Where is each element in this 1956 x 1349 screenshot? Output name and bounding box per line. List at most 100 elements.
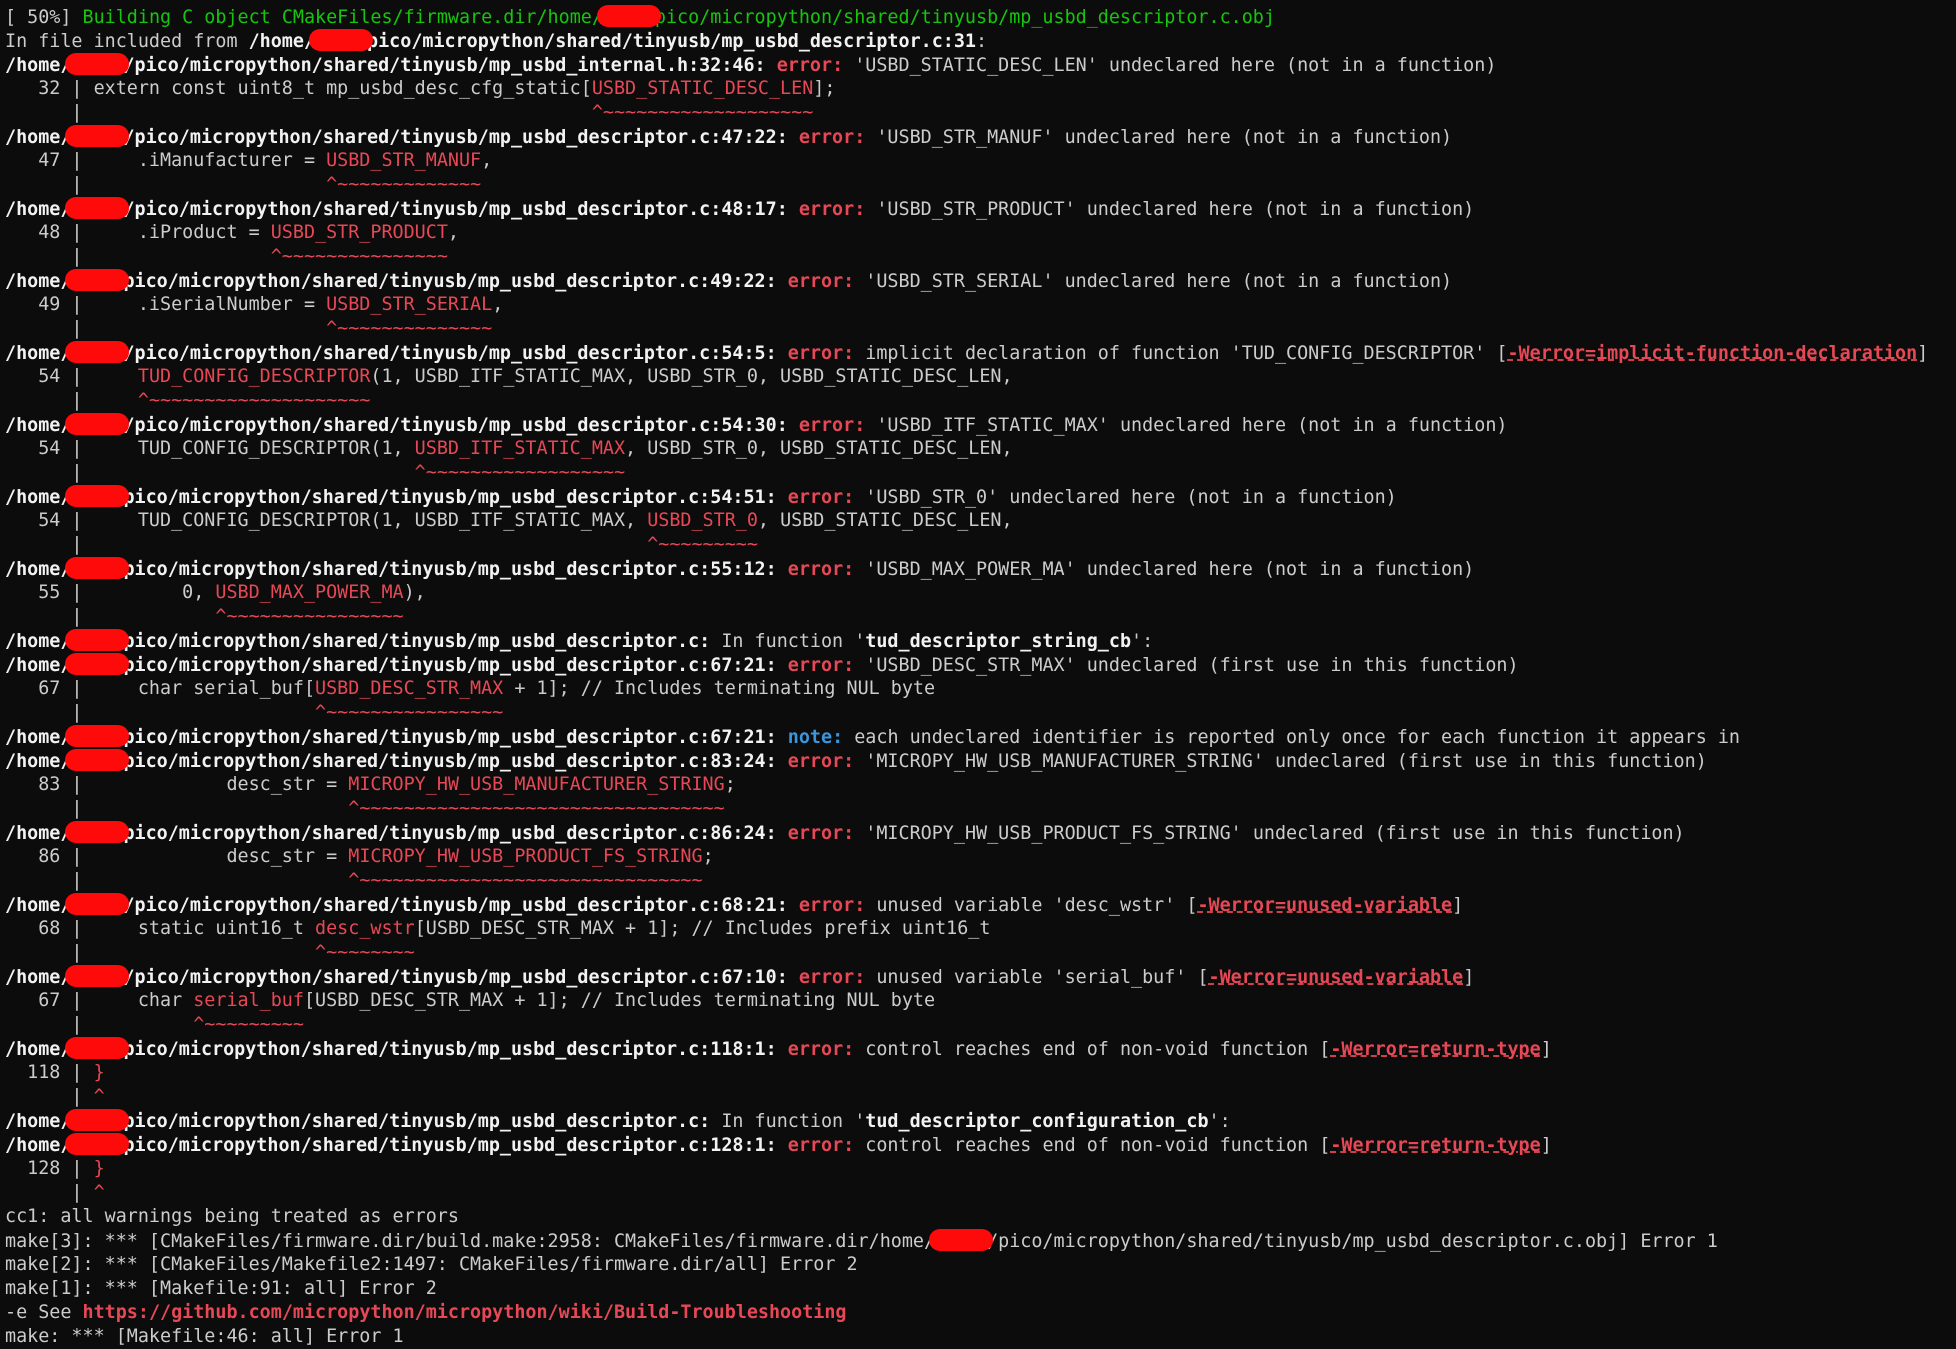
output-text: /home/ — [5, 631, 72, 652]
terminal-line: 86 | desc_str = MICROPY_HW_USB_PRODUCT_F… — [5, 845, 1956, 869]
terminal-line: 47 | .iManufacturer = USBD_STR_MANUF, — [5, 149, 1956, 173]
output-text: pico/micropython/shared/tinyusb/mp_usbd_… — [123, 655, 777, 676]
output-text: 55 | 0, — [5, 582, 216, 603]
note-label: note: — [787, 727, 844, 748]
output-text: In function ' — [710, 1111, 866, 1132]
output-text: /home/ — [5, 559, 72, 580]
output-text: USBD_STR_0 — [647, 510, 758, 531]
output-text: pico/micropython/shared/tinyusb/mp_usbd_… — [123, 751, 777, 772]
error-label: error: — [787, 655, 855, 676]
redaction-mark — [929, 1229, 994, 1251]
output-text: | — [5, 390, 138, 411]
terminal-line: 54 | TUD_CONFIG_DESCRIPTOR(1, USBD_ITF_S… — [5, 365, 1956, 389]
redaction-mark — [65, 53, 130, 75]
output-text: 48 | .iProduct = — [5, 222, 271, 243]
output-text: /home/ — [5, 271, 72, 292]
terminal-line: 54 | TUD_CONFIG_DESCRIPTOR(1, USBD_ITF_S… — [5, 437, 1956, 461]
terminal-line: 55 | 0, USBD_MAX_POWER_MA), — [5, 581, 1956, 605]
output-text: ]; — [813, 78, 836, 99]
output-text: pico/micropython/shared/tinyusb/mp_usbd_… — [123, 1111, 711, 1132]
output-text: /pico/micropython/shared/tinyusb/mp_usbd… — [123, 343, 777, 364]
terminal-line: /home/ /pico/micropython/shared/tinyusb/m… — [5, 125, 1956, 149]
caret-marker: ^~~~~~~~~~~~~~~~~~~~ — [591, 102, 814, 123]
terminal-window[interactable]: [ 50%] Building C object CMakeFiles/firm… — [0, 0, 1956, 1347]
output-text: | — [5, 606, 216, 627]
output-text: 'USBD_ITF_STATIC_MAX' undeclared here (n… — [865, 415, 1508, 436]
caret-marker: ^~~~~~~~~~~~~~~~ — [270, 246, 448, 267]
terminal-line: In file included from /home/pico/micropy… — [5, 29, 1956, 53]
terminal-line: | ^~~~~~~~~~~~~~~~ — [5, 245, 1956, 269]
error-label: error: — [787, 343, 855, 364]
output-text: 'USBD_STR_MANUF' undeclared here (not in… — [865, 127, 1453, 148]
output-text: /home/ — [5, 895, 72, 916]
error-label: error: — [787, 271, 855, 292]
terminal-line: /home/pico/micropython/shared/tinyusb/mp… — [5, 1109, 1956, 1133]
output-text: | — [5, 1086, 94, 1107]
output-text: control reaches end of non-void function… — [854, 1135, 1331, 1156]
output-text: serial_buf — [193, 990, 304, 1011]
output-text: make[2]: *** [CMakeFiles/Makefile2:1497:… — [5, 1254, 858, 1275]
redaction-mark — [65, 485, 130, 507]
warning-flag: -Werror=return-type — [1330, 1135, 1541, 1156]
error-label: error: — [798, 895, 866, 916]
caret-marker: ^~~~~~~~~~~~~~~~~ — [315, 702, 504, 723]
caret-marker: ^~~~~~~~~~~~~~~~~~~~~~~~~~~~~~~~~~ — [348, 798, 725, 819]
terminal-line: /home/pico/micropython/shared/tinyusb/mp… — [5, 1037, 1956, 1061]
output-text: unused variable 'desc_wstr' [ — [865, 895, 1198, 916]
output-text: MICROPY_HW_USB_PRODUCT_FS_STRING — [348, 846, 703, 867]
output-text: 'MICROPY_HW_USB_MANUFACTURER_STRING' und… — [854, 751, 1707, 772]
error-label: error: — [798, 127, 866, 148]
output-text: ] — [1540, 1039, 1552, 1060]
terminal-line: /home/ /pico/micropython/shared/tinyusb/m… — [5, 413, 1956, 437]
terminal-line: | ^~~~~~~~~~~~~~~~~~~~~~~~~~~~~~~~ — [5, 869, 1956, 893]
output-text: each undeclared identifier is reported o… — [843, 727, 1740, 748]
output-text: | — [5, 174, 327, 195]
output-text: /home/ — [5, 55, 72, 76]
terminal-line: 68 | static uint16_t desc_wstr[USBD_DESC… — [5, 917, 1956, 941]
output-text: /home/ — [5, 967, 72, 988]
output-text: make[3]: *** [CMakeFiles/firmware.dir/bu… — [5, 1231, 936, 1252]
output-text: /pico/micropython/shared/tinyusb/mp_usbd… — [123, 55, 766, 76]
output-text: /home/ — [5, 1039, 72, 1060]
output-text: /home/ — [5, 751, 72, 772]
troubleshooting-link[interactable]: https://github.com/micropython/micropyth… — [83, 1302, 847, 1323]
output-text: /pico/micropython/shared/tinyusb/mp_usbd… — [123, 199, 788, 220]
output-text: MICROPY_HW_USB_MANUFACTURER_STRING — [348, 774, 725, 795]
caret-marker: ^~~~~~~~~~~~~~~~~ — [215, 606, 404, 627]
terminal-line: /home/ /pico/micropython/shared/tinyusb/m… — [5, 965, 1956, 989]
output-text: /pico/micropython/shared/tinyusb/mp_usbd… — [123, 127, 788, 148]
error-label: error: — [787, 1039, 855, 1060]
output-text: 49 | .iSerialNumber = — [5, 294, 327, 315]
redaction-mark — [65, 197, 130, 219]
terminal-line: /home/pico/micropython/shared/tinyusb/mp… — [5, 725, 1956, 749]
output-text: ': — [1208, 1111, 1231, 1132]
error-label: error: — [798, 415, 866, 436]
redaction-mark — [65, 269, 130, 291]
output-text: [USBD_DESC_STR_MAX + 1]; // Includes pre… — [414, 918, 991, 939]
output-text: USBD_STATIC_DESC_LEN — [591, 78, 814, 99]
error-label: error: — [798, 967, 866, 988]
terminal-line: /home/pico/micropython/shared/tinyusb/mp… — [5, 629, 1956, 653]
output-text: [USBD_DESC_STR_MAX + 1]; // Includes ter… — [303, 990, 936, 1011]
build-progress-text: pico/micropython/shared/tinyusb/mp_usbd_… — [654, 7, 1275, 28]
terminal-line: 54 | TUD_CONFIG_DESCRIPTOR(1, USBD_ITF_S… — [5, 509, 1956, 533]
output-text: 'USBD_DESC_STR_MAX' undeclared (first us… — [854, 655, 1519, 676]
terminal-line: /home/pico/micropython/shared/tinyusb/mp… — [5, 749, 1956, 773]
caret-marker: ^~~~~~~~~~~~~~~~~~~~~ — [137, 390, 371, 411]
terminal-line: make[1]: *** [Makefile:91: all] Error 2 — [5, 1277, 1956, 1301]
caret-marker: ^~~~~~~~~~~~~~ — [326, 174, 482, 195]
output-text: pico/micropython/shared/tinyusb/mp_usbd_… — [123, 487, 777, 508]
output-text: ), — [403, 582, 426, 603]
redaction-mark — [65, 821, 130, 843]
output-text: /home/ — [5, 487, 72, 508]
redaction-mark — [596, 5, 661, 27]
error-label: error: — [787, 487, 855, 508]
output-text: In function ' — [710, 631, 866, 652]
output-text: } — [93, 1062, 105, 1083]
redaction-mark — [65, 1133, 130, 1155]
build-progress-text: Building C object CMakeFiles/firmware.di… — [82, 7, 603, 28]
caret-marker: ^~~~~~~~~~ — [647, 534, 758, 555]
